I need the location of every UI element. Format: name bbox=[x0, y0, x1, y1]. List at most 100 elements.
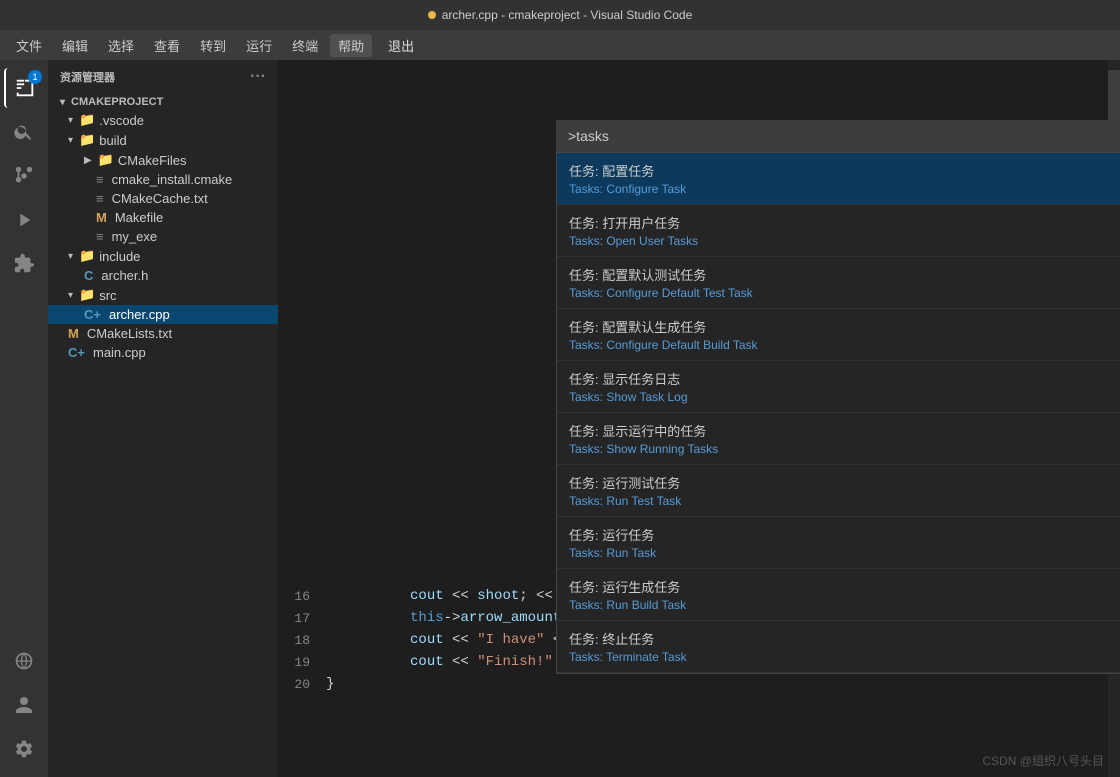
build-icon: 📁 bbox=[79, 132, 95, 148]
search-icon[interactable] bbox=[4, 112, 44, 152]
command-item-left-1: 任务: 打开用户任务 Tasks: Open User Tasks bbox=[569, 213, 698, 248]
tree-src[interactable]: ▾ 📁 src bbox=[48, 285, 278, 305]
cmd-sub-1: Tasks: Open User Tasks bbox=[569, 234, 698, 248]
project-root[interactable]: ▾ CMAKEPROJECT bbox=[48, 94, 278, 110]
cmd-title-0: 任务: 配置任务 bbox=[569, 161, 686, 180]
archer-h-icon: C bbox=[84, 268, 93, 283]
include-icon: 📁 bbox=[79, 248, 95, 264]
tree-my-exe[interactable]: ≡ my_exe bbox=[48, 227, 278, 246]
remote-icon[interactable] bbox=[4, 641, 44, 681]
activity-bar: 1 bbox=[0, 60, 48, 777]
source-control-icon[interactable] bbox=[4, 156, 44, 196]
main-cpp-label: main.cpp bbox=[93, 345, 146, 360]
command-input[interactable] bbox=[564, 124, 1120, 148]
tree-main-cpp[interactable]: C+ main.cpp bbox=[48, 343, 278, 362]
sidebar-more-icon[interactable]: ··· bbox=[250, 68, 266, 86]
tree-vscode[interactable]: ▾ 📁 .vscode bbox=[48, 110, 278, 130]
settings-icon[interactable] bbox=[4, 729, 44, 769]
command-item-left-5: 任务: 显示运行中的任务 Tasks: Show Running Tasks bbox=[569, 421, 718, 456]
command-item-show-running[interactable]: 任务: 显示运行中的任务 Tasks: Show Running Tasks bbox=[557, 413, 1120, 465]
line-num-16: 16 bbox=[286, 589, 326, 604]
cmakecache-label: CMakeCache.txt bbox=[112, 191, 208, 206]
command-item-show-log[interactable]: 任务: 显示任务日志 Tasks: Show Task Log bbox=[557, 361, 1120, 413]
menu-terminal[interactable]: 终端 bbox=[284, 34, 326, 57]
myexe-label: my_exe bbox=[112, 229, 158, 244]
activity-bottom bbox=[4, 641, 44, 777]
explorer-icon[interactable]: 1 bbox=[4, 68, 44, 108]
explorer-badge: 1 bbox=[28, 70, 42, 84]
menu-run[interactable]: 运行 bbox=[238, 34, 280, 57]
cmd-sub-8: Tasks: Run Build Task bbox=[569, 598, 686, 612]
tree-cmakecache[interactable]: ≡ CMakeCache.txt bbox=[48, 189, 278, 208]
sidebar: 资源管理器 ··· ▾ CMAKEPROJECT ▾ 📁 .vscode ▾ 📁… bbox=[48, 60, 278, 777]
titlebar: archer.cpp - cmakeproject - Visual Studi… bbox=[0, 0, 1120, 30]
command-item-terminate[interactable]: 任务: 终止任务 Tasks: Terminate Task bbox=[557, 621, 1120, 673]
command-item-left-6: 任务: 运行测试任务 Tasks: Run Test Task bbox=[569, 473, 681, 508]
run-debug-icon[interactable] bbox=[4, 200, 44, 240]
makefile-icon: M bbox=[96, 210, 107, 225]
command-item-configure-test[interactable]: 任务: 配置默认测试任务 Tasks: Configure Default Te… bbox=[557, 257, 1120, 309]
archer-h-label: archer.h bbox=[101, 268, 148, 283]
menubar: 文件 编辑 选择 查看 转到 运行 终端 帮助 退出 bbox=[0, 30, 1120, 60]
cmd-title-4: 任务: 显示任务日志 bbox=[569, 369, 688, 388]
include-label: include bbox=[99, 249, 140, 264]
title-text: archer.cpp - cmakeproject - Visual Studi… bbox=[442, 8, 693, 22]
cmakecache-icon: ≡ bbox=[96, 191, 104, 206]
menu-submenu-exit[interactable]: 退出 bbox=[380, 34, 422, 57]
line-num-19: 19 bbox=[286, 655, 326, 670]
cmd-title-6: 任务: 运行测试任务 bbox=[569, 473, 681, 492]
menu-edit[interactable]: 编辑 bbox=[54, 34, 96, 57]
vscode-label: .vscode bbox=[99, 113, 144, 128]
build-label: build bbox=[99, 133, 126, 148]
command-item-configure-task[interactable]: 任务: 配置任务 Tasks: Configure Task 最近使用 ⚙ bbox=[557, 153, 1120, 205]
menu-select[interactable]: 选择 bbox=[100, 34, 142, 57]
cmd-sub-5: Tasks: Show Running Tasks bbox=[569, 442, 718, 456]
cmd-sub-6: Tasks: Run Test Task bbox=[569, 494, 681, 508]
tree-cmake-install[interactable]: ≡ cmake_install.cmake bbox=[48, 170, 278, 189]
watermark: CSDN @组织八号头目 bbox=[982, 752, 1104, 769]
extensions-icon[interactable] bbox=[4, 244, 44, 284]
account-icon[interactable] bbox=[4, 685, 44, 725]
command-item-left-3: 任务: 配置默认生成任务 Tasks: Configure Default Bu… bbox=[569, 317, 758, 352]
cmd-sub-2: Tasks: Configure Default Test Task bbox=[569, 286, 753, 300]
command-item-run-build[interactable]: 任务: 运行生成任务 Tasks: Run Build Task Ctrl + … bbox=[557, 569, 1120, 621]
menu-help[interactable]: 帮助 bbox=[330, 34, 372, 57]
tree-build[interactable]: ▾ 📁 build bbox=[48, 130, 278, 150]
archer-cpp-label: archer.cpp bbox=[109, 307, 170, 322]
command-item-run-test[interactable]: 任务: 运行测试任务 Tasks: Run Test Task bbox=[557, 465, 1120, 517]
menu-goto[interactable]: 转到 bbox=[192, 34, 234, 57]
vscode-icon: 📁 bbox=[79, 112, 95, 128]
command-item-configure-build[interactable]: 任务: 配置默认生成任务 Tasks: Configure Default Bu… bbox=[557, 309, 1120, 361]
cmakefiles-label: CMakeFiles bbox=[118, 153, 187, 168]
main-layout: 1 bbox=[0, 60, 1120, 777]
cmd-title-1: 任务: 打开用户任务 bbox=[569, 213, 698, 232]
command-item-left-2: 任务: 配置默认测试任务 Tasks: Configure Default Te… bbox=[569, 265, 753, 300]
menu-view[interactable]: 查看 bbox=[146, 34, 188, 57]
tree-archer-cpp[interactable]: C+ archer.cpp bbox=[48, 305, 278, 324]
command-item-run-task[interactable]: 任务: 运行任务 Tasks: Run Task bbox=[557, 517, 1120, 569]
tree-cmakefiles[interactable]: ▶ 📁 CMakeFiles bbox=[48, 150, 278, 170]
command-item-open-user-tasks[interactable]: 任务: 打开用户任务 Tasks: Open User Tasks 其他命令 bbox=[557, 205, 1120, 257]
line-content-20: } bbox=[326, 676, 334, 692]
project-name: CMAKEPROJECT bbox=[71, 96, 163, 108]
command-input-wrap[interactable] bbox=[556, 120, 1120, 152]
makefile-label: Makefile bbox=[115, 210, 163, 225]
menu-file[interactable]: 文件 bbox=[8, 34, 50, 57]
cmd-title-8: 任务: 运行生成任务 bbox=[569, 577, 686, 596]
cmd-sub-3: Tasks: Configure Default Build Task bbox=[569, 338, 758, 352]
cmakefiles-icon: 📁 bbox=[98, 152, 114, 168]
cmake-install-label: cmake_install.cmake bbox=[112, 172, 233, 187]
cmd-sub-4: Tasks: Show Task Log bbox=[569, 390, 688, 404]
archer-cpp-icon: C+ bbox=[84, 307, 101, 322]
sidebar-header: 资源管理器 ··· bbox=[48, 60, 278, 94]
cmd-title-9: 任务: 终止任务 bbox=[569, 629, 687, 648]
tree-archer-h[interactable]: C archer.h bbox=[48, 266, 278, 285]
cmd-title-2: 任务: 配置默认测试任务 bbox=[569, 265, 753, 284]
cmd-sub-9: Tasks: Terminate Task bbox=[569, 650, 687, 664]
tree-include[interactable]: ▾ 📁 include bbox=[48, 246, 278, 266]
sidebar-header-actions: ··· bbox=[250, 68, 266, 86]
tree-makefile[interactable]: M Makefile bbox=[48, 208, 278, 227]
tree-cmakelists[interactable]: M CMakeLists.txt bbox=[48, 324, 278, 343]
cmd-sub-7: Tasks: Run Task bbox=[569, 546, 656, 560]
root-arrow: ▾ bbox=[60, 97, 65, 108]
